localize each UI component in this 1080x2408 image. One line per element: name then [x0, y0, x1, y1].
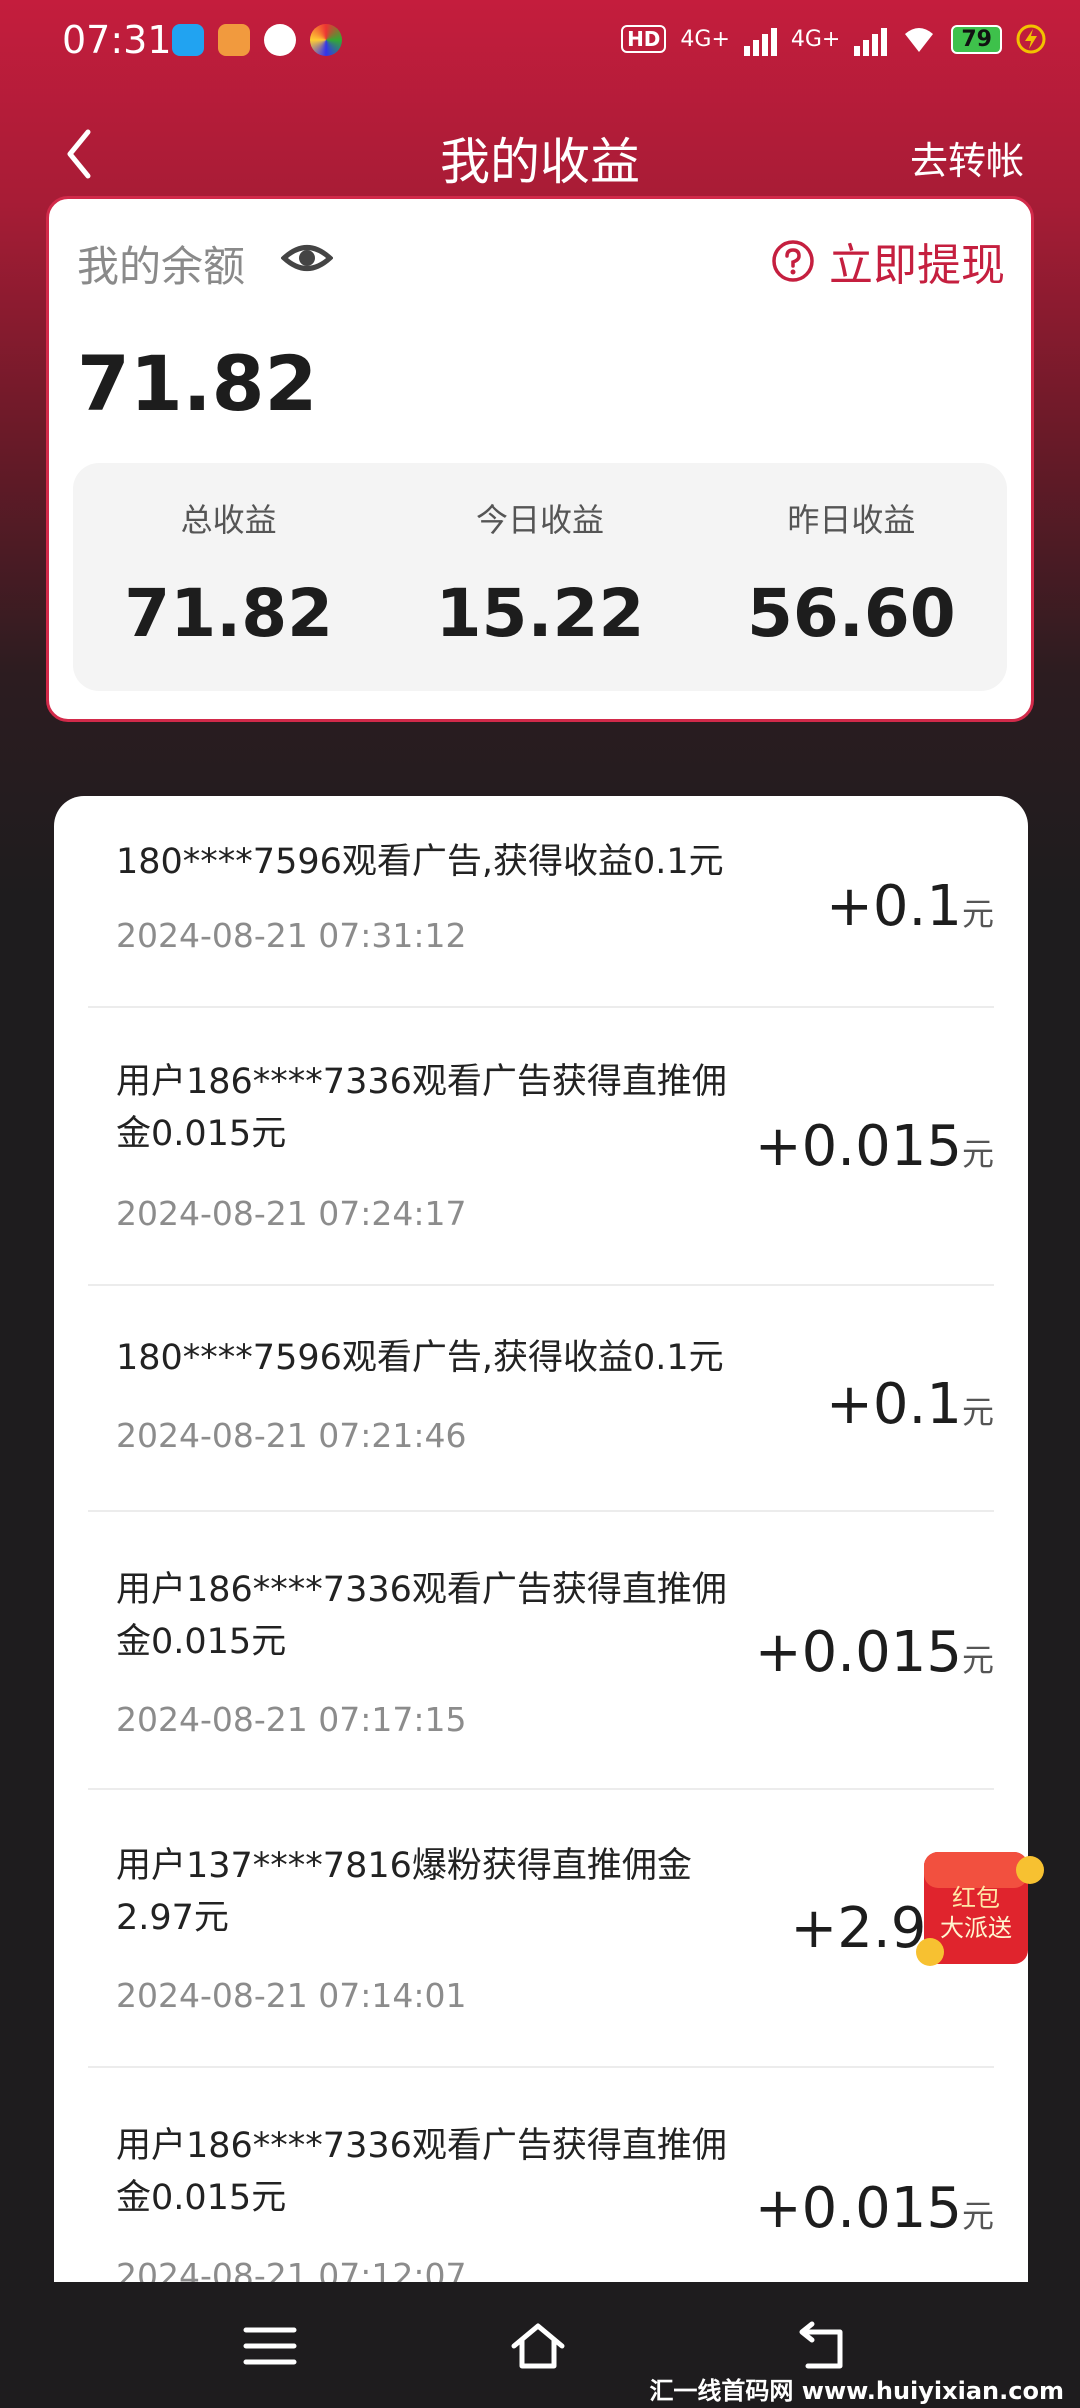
amount-unit: 元 [961, 1135, 994, 1173]
wechat-icon [264, 24, 296, 56]
balance-label: 我的余额 [77, 242, 246, 291]
record-date: 2024-08-21 07:24:17 [116, 1194, 467, 1233]
stat-value: 71.82 [124, 575, 334, 652]
record-amount: +0.1元 [826, 1372, 994, 1437]
record-item[interactable]: 用户186****7336观看广告获得直推佣金0.015元 2024-08-21… [88, 1008, 994, 1286]
eye-icon[interactable] [281, 233, 333, 283]
stat-yesterday: 昨日收益 56.60 [696, 463, 1007, 691]
record-description: 180****7596观看广告,获得收益0.1元 [116, 842, 724, 882]
float-line2: 大派送 [940, 1914, 1012, 1942]
notification-icons [172, 24, 342, 56]
record-date: 2024-08-21 07:12:07 [116, 2256, 467, 2282]
amount-unit: 元 [961, 895, 994, 933]
signal-icon [743, 22, 777, 56]
record-amount: +0.015元 [755, 1620, 994, 1685]
record-amount: +0.015元 [755, 1114, 994, 1179]
balance-card: 我的余额 立即提现 71.82 总收益 71.82 今日收益 15.22 昨日收… [46, 196, 1034, 722]
record-description: 用户186****7336观看广告获得直推佣金0.015元 [116, 2126, 727, 2218]
record-item[interactable]: 用户186****7336观看广告获得直推佣金0.015元 2024-08-21… [88, 1512, 994, 1790]
balance-amount: 71.82 [77, 339, 318, 428]
record-date: 2024-08-21 07:14:01 [116, 1976, 467, 2015]
status-bar: 07:31 HD 4G+ 4G+ 79 [0, 0, 1080, 88]
amount-value: +0.1 [826, 874, 962, 939]
record-amount: +0.015元 [755, 2176, 994, 2241]
stat-total: 总收益 71.82 [73, 463, 384, 691]
menu-icon[interactable] [240, 2318, 300, 2374]
charging-icon [1016, 24, 1046, 54]
network-label-2: 4G+ [790, 26, 841, 52]
record-date: 2024-08-21 07:17:15 [116, 1700, 467, 1739]
amount-value: +0.015 [754, 1620, 962, 1685]
network-label-1: 4G+ [680, 26, 730, 52]
transfer-button[interactable]: 去转帐 [910, 130, 1024, 185]
status-time: 07:31 [62, 18, 172, 62]
watermark-text: 汇一线首码网 www.huiyixian.com [649, 2377, 1064, 2405]
record-description: 用户186****7336观看广告获得直推佣金0.015元 [116, 1570, 727, 1662]
record-item[interactable]: 180****7596观看广告,获得收益0.1元 2024-08-21 07:2… [88, 1286, 994, 1512]
hd-badge: HD [621, 25, 667, 53]
amount-value: +0.015 [754, 2176, 962, 2241]
red-envelope-float-button[interactable]: 红包 大派送 [910, 1840, 1050, 1980]
back-nav-icon[interactable] [794, 2318, 854, 2374]
help-icon [772, 240, 814, 282]
stat-label: 昨日收益 [787, 501, 916, 539]
home-icon[interactable] [508, 2318, 568, 2374]
stat-label: 今日收益 [475, 501, 604, 539]
stat-value: 15.22 [435, 575, 645, 652]
record-date: 2024-08-21 07:21:46 [116, 1416, 467, 1455]
status-indicators: HD 4G+ 4G+ 79 [621, 22, 1046, 56]
stat-value: 56.60 [746, 575, 956, 652]
system-nav-bar: 汇一线首码网 www.huiyixian.com [0, 2282, 1080, 2408]
record-item[interactable]: 用户137****7816爆粉获得直推佣金2.97元 2024-08-21 07… [88, 1790, 994, 2068]
withdraw-button[interactable]: 立即提现 [771, 229, 1005, 293]
amount-value: +0.1 [826, 1372, 962, 1437]
record-description: 用户137****7816爆粉获得直推佣金2.97元 [116, 1846, 692, 1938]
earnings-record-list: 180****7596观看广告,获得收益0.1元 2024-08-21 07:3… [54, 796, 1028, 2282]
earnings-stats: 总收益 71.82 今日收益 15.22 昨日收益 56.60 [73, 463, 1007, 691]
qq-icon [172, 24, 204, 56]
record-item[interactable]: 180****7596观看广告,获得收益0.1元 2024-08-21 07:3… [88, 796, 994, 1008]
battery-level: 79 [951, 24, 1002, 54]
stat-today: 今日收益 15.22 [384, 463, 695, 691]
record-item[interactable]: 用户186****7336观看广告获得直推佣金0.015元 2024-08-21… [88, 2068, 994, 2282]
signal-icon-2 [854, 22, 888, 56]
record-description: 180****7596观看广告,获得收益0.1元 [116, 1338, 724, 1378]
amount-unit: 元 [961, 2197, 994, 2235]
record-description: 用户186****7336观看广告获得直推佣金0.015元 [116, 1062, 727, 1154]
colorful-app-icon [310, 24, 342, 56]
withdraw-label: 立即提现 [829, 240, 1005, 291]
app-header: 我的收益 去转帐 [0, 110, 1080, 206]
app-icon [218, 24, 250, 56]
wifi-icon [905, 28, 934, 52]
stat-label: 总收益 [180, 501, 277, 539]
record-amount: +0.1元 [826, 874, 994, 939]
amount-unit: 元 [961, 1393, 994, 1431]
amount-unit: 元 [961, 1641, 994, 1679]
float-line1: 红包 [952, 1884, 1000, 1912]
amount-value: +0.015 [754, 1114, 962, 1179]
record-date: 2024-08-21 07:31:12 [116, 916, 467, 955]
